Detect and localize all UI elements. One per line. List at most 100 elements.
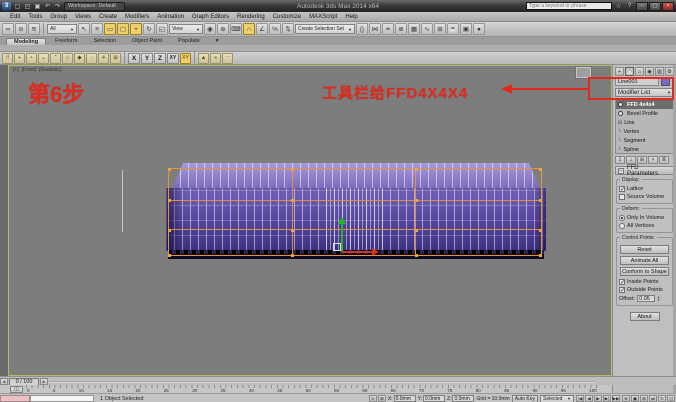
modifier-stack-row[interactable]: FFD 4x4x4 <box>616 100 673 109</box>
gizmo-y-axis[interactable] <box>341 224 343 252</box>
ribbon-more-button[interactable]: ▾ <box>209 38 226 45</box>
transform-gizmo[interactable] <box>330 216 382 260</box>
go-to-end-icon[interactable]: ▶▶ <box>612 395 620 402</box>
hierarchy-tab[interactable]: ⌂ <box>635 67 644 76</box>
control-points-button[interactable]: Reset <box>620 245 669 254</box>
ribbon-tab[interactable]: Selection <box>86 38 123 45</box>
radio-row[interactable]: Only In Volume <box>619 214 670 222</box>
menu-item[interactable]: Modifiers <box>121 12 153 22</box>
ribbon-tab[interactable]: Modeling <box>6 38 46 45</box>
modify-tab[interactable]: ◠ <box>625 67 634 76</box>
viewport-menu-button[interactable]: [+] <box>13 67 19 73</box>
select-object-icon[interactable]: ↖ <box>78 23 90 35</box>
modifier-stack-row[interactable]: └ Spline <box>616 145 673 154</box>
minimize-button[interactable]: − <box>636 2 648 11</box>
modifier-bulb-icon[interactable] <box>618 111 623 116</box>
spinner-snap-icon[interactable]: ⇅ <box>282 23 294 35</box>
snaps-toggle-icon[interactable]: ∩ <box>243 23 255 35</box>
undo-icon[interactable]: ↶ <box>43 2 52 11</box>
ffd-control-points[interactable] <box>168 168 171 171</box>
viewport-view-button[interactable]: [Front] <box>22 67 36 73</box>
checkbox[interactable] <box>619 279 625 285</box>
application-menu-button[interactable]: 3 <box>2 2 11 11</box>
named-selection-set-combo[interactable]: Create Selection Set ▼ <box>295 24 355 34</box>
ribbon-toggle-icon[interactable]: ▦ <box>408 23 420 35</box>
poly-tool-icon-6[interactable]: ◇ <box>62 53 73 64</box>
ribbon-tab[interactable]: Populate <box>171 38 207 45</box>
ribbon-tab[interactable]: Freeform <box>48 38 84 45</box>
auto-key-button[interactable]: Auto Key <box>512 395 538 402</box>
checkbox[interactable] <box>619 186 625 192</box>
curve-editor-icon[interactable]: ∿ <box>421 23 433 35</box>
create-tab[interactable]: + <box>615 67 624 76</box>
pin-stack-icon[interactable]: ↧ <box>615 156 625 164</box>
gizmo-plane-handle[interactable] <box>333 243 341 251</box>
checkbox-row[interactable]: Outside Points <box>619 286 670 294</box>
coordinate-input[interactable]: 0.0mm <box>452 395 474 402</box>
maximize-button[interactable]: ▢ <box>649 2 661 11</box>
use-pivot-point-icon[interactable]: ◉ <box>204 23 216 35</box>
next-frame-icon[interactable]: ▶| <box>603 395 611 402</box>
macro-recorder-field[interactable] <box>0 395 30 402</box>
reference-coordinate-dropdown[interactable]: View ▼ <box>169 24 203 34</box>
go-to-start-icon[interactable]: |◀ <box>576 395 584 402</box>
profile-spline[interactable] <box>122 170 123 232</box>
menu-item[interactable]: Edit <box>6 12 24 22</box>
ribbon-tab[interactable]: Object Paint <box>125 38 169 45</box>
percent-snap-icon[interactable]: % <box>269 23 281 35</box>
remove-modifier-icon[interactable]: × <box>648 156 658 164</box>
viewport-shading-button[interactable]: [Realistic] <box>39 67 61 73</box>
menu-item[interactable]: Views <box>71 12 95 22</box>
mini-curve-editor-button[interactable]: ◫ <box>10 386 23 393</box>
axis-constraint-button[interactable]: X <box>128 53 140 64</box>
help-icon[interactable]: ? <box>625 2 634 11</box>
select-and-link-icon[interactable]: ∞ <box>2 23 14 35</box>
coordinate-input[interactable]: 0.0mm <box>423 395 445 402</box>
menu-item[interactable]: Graph Editors <box>188 12 233 22</box>
checkbox[interactable] <box>619 287 625 293</box>
poly-tool-icon-4[interactable]: ⌄ <box>38 53 49 64</box>
poly-tool-icon-1[interactable]: ⠿ <box>2 53 13 64</box>
angle-snap-icon[interactable]: ∠ <box>256 23 268 35</box>
play-icon[interactable]: ▶ <box>594 395 602 402</box>
checkbox-row[interactable]: Lattice <box>619 185 670 193</box>
next-frame-arrow[interactable]: ► <box>40 378 48 385</box>
selection-lock-icon[interactable]: ⊠ <box>378 395 386 402</box>
key-filters-dropdown[interactable]: Selected ▼ <box>540 395 574 402</box>
poly-tool-icon-3[interactable]: ∘ <box>26 53 37 64</box>
axis-constraint-button[interactable]: XY <box>167 53 179 64</box>
unlink-selection-icon[interactable]: ⊘ <box>15 23 27 35</box>
pan-icon[interactable]: ⇄ <box>649 395 657 402</box>
ffd-parameters-rollout[interactable]: − FFD Parameters <box>615 166 674 175</box>
poly-tool-icon-10[interactable]: ⊠ <box>110 53 121 64</box>
show-end-result-icon[interactable]: ⊥ <box>626 156 636 164</box>
rendered-frame-icon[interactable]: ▣ <box>460 23 472 35</box>
make-unique-icon[interactable]: ⊞ <box>637 156 647 164</box>
gizmo-x-axis[interactable] <box>342 251 372 253</box>
render-production-icon[interactable]: ● <box>473 23 485 35</box>
poly-tool-icon-5[interactable]: ⌃ <box>50 53 61 64</box>
render-setup-icon[interactable]: ☕ <box>447 23 459 35</box>
select-and-move-icon[interactable]: + <box>130 23 142 35</box>
select-and-rotate-icon[interactable]: ↻ <box>143 23 155 35</box>
workspace-dropdown[interactable]: Workspace: Default ▾ <box>64 2 125 11</box>
edit-named-sets-icon[interactable]: {} <box>356 23 368 35</box>
modifier-stack-row[interactable]: └ Segment <box>616 136 673 145</box>
previous-frame-arrow[interactable]: ◄ <box>0 378 8 385</box>
menu-item[interactable]: Group <box>46 12 71 22</box>
save-file-icon[interactable]: ▣ <box>33 2 42 11</box>
modifier-bulb-icon[interactable] <box>618 102 623 107</box>
zoom-icon[interactable]: ⊕ <box>622 395 630 402</box>
display-tab[interactable]: ▥ <box>655 67 664 76</box>
motion-tab[interactable]: ◉ <box>645 67 654 76</box>
layer-manager-icon[interactable]: ≣ <box>395 23 407 35</box>
menu-item[interactable]: Help <box>341 12 361 22</box>
menu-item[interactable]: Customize <box>269 12 305 22</box>
open-file-icon[interactable]: ◰ <box>23 2 32 11</box>
coordinate-input[interactable]: 0.0mm <box>394 395 416 402</box>
menu-item[interactable]: Animation <box>153 12 188 22</box>
axis-constraint-button[interactable]: Z <box>154 53 166 64</box>
control-points-button[interactable]: Animate All <box>620 256 669 265</box>
mirror-icon[interactable]: ⋈ <box>369 23 381 35</box>
selection-filter-dropdown[interactable]: All ▼ <box>47 24 77 34</box>
